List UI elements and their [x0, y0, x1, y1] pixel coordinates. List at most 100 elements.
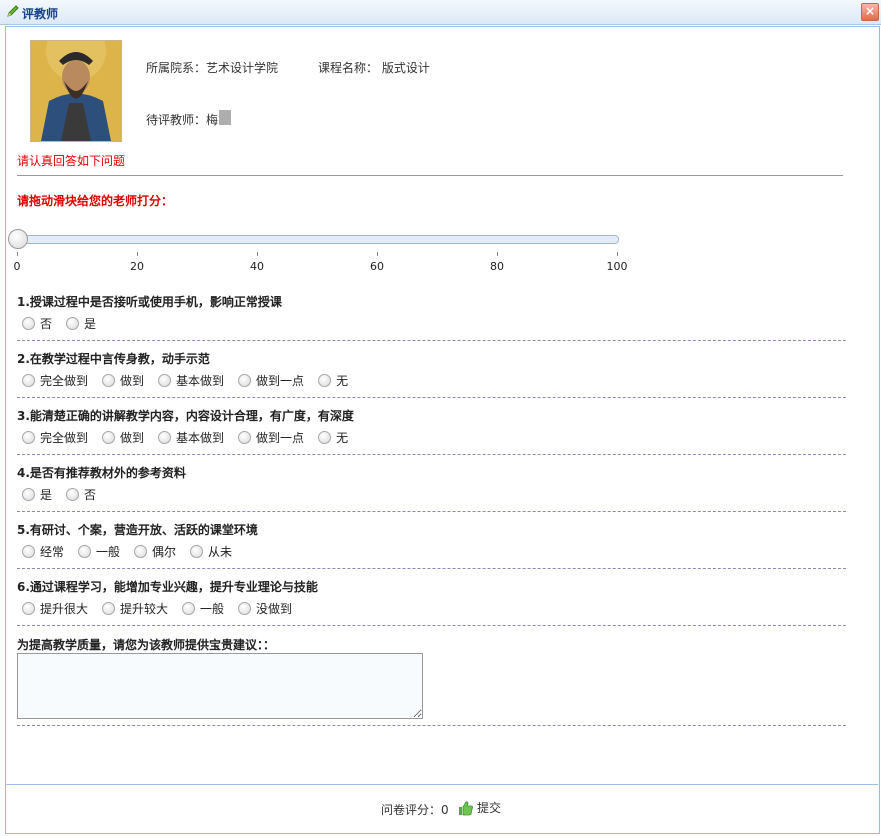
- option-label: 提升较大: [120, 602, 169, 616]
- option-label: 完全做到: [40, 431, 89, 445]
- radio-option[interactable]: 无: [318, 372, 348, 389]
- question-title: 2.在教学过程中言传身教，动手示范: [17, 352, 210, 366]
- slider-tick-label: 20: [130, 260, 144, 273]
- radio-option[interactable]: 否: [22, 315, 52, 332]
- radio-option[interactable]: 偶尔: [134, 543, 176, 560]
- slider-tick-label: 80: [490, 260, 504, 273]
- radio-option[interactable]: 从未: [190, 543, 232, 560]
- option-label: 基本做到: [176, 431, 225, 445]
- suggestion-label: 为提高教学质量，请您为该教师提供宝贵建议：：: [17, 638, 276, 652]
- section-divider: [17, 725, 846, 726]
- option-group: 完全做到 做到 基本做到 做到一点 无: [22, 372, 362, 389]
- teacher-label: 待评教师：梅: [146, 113, 219, 127]
- radio-button[interactable]: [318, 431, 332, 444]
- radio-button[interactable]: [22, 317, 35, 330]
- radio-option[interactable]: 完全做到: [22, 429, 88, 446]
- radio-button[interactable]: [22, 488, 35, 501]
- slider-tick-label: 40: [250, 260, 264, 273]
- score-slider-handle[interactable]: [8, 229, 28, 249]
- submit-label: 提交: [477, 801, 502, 815]
- option-label: 否: [84, 488, 97, 502]
- slider-prompt: 请拖动滑块给您的老师打分：: [17, 194, 174, 208]
- slider-tick: [137, 252, 138, 256]
- option-label: 做到一点: [256, 431, 305, 445]
- question-title: 3.能清楚正确的讲解教学内容，内容设计合理，有广度，有深度: [17, 409, 354, 423]
- radio-button[interactable]: [22, 431, 35, 444]
- option-group: 完全做到 做到 基本做到 做到一点 无: [22, 429, 362, 446]
- radio-button[interactable]: [66, 317, 80, 330]
- radio-button[interactable]: [22, 545, 35, 558]
- radio-button[interactable]: [22, 374, 35, 387]
- option-label: 是: [84, 317, 97, 331]
- radio-button[interactable]: [78, 545, 92, 558]
- suggestion-textarea[interactable]: [17, 653, 423, 719]
- option-group: 是否: [22, 486, 110, 503]
- radio-option[interactable]: 是: [66, 315, 96, 332]
- pencil-icon: [7, 5, 19, 17]
- redacted-name: [219, 110, 231, 125]
- option-label: 是: [40, 488, 53, 502]
- option-group: 提升很大 提升较大 一般 没做到: [22, 600, 306, 617]
- radio-button[interactable]: [66, 488, 80, 501]
- radio-option[interactable]: 否: [66, 486, 96, 503]
- radio-button[interactable]: [158, 374, 172, 387]
- window-title: 评教师: [22, 7, 59, 21]
- option-label: 经常: [40, 545, 65, 559]
- section-divider: [17, 454, 846, 455]
- radio-option[interactable]: 做到一点: [238, 429, 304, 446]
- question-title: 5.有研讨、个案，营造开放、活跃的课堂环境: [17, 523, 258, 537]
- radio-option[interactable]: 一般: [78, 543, 120, 560]
- radio-button[interactable]: [238, 431, 252, 444]
- radio-option[interactable]: 没做到: [238, 600, 292, 617]
- section-divider: [17, 175, 843, 176]
- radio-button[interactable]: [182, 602, 196, 615]
- question-title: 4.是否有推荐教材外的参考资料: [17, 466, 186, 480]
- radio-option[interactable]: 做到一点: [238, 372, 304, 389]
- score-readout: 问卷评分：0: [381, 803, 449, 817]
- option-label: 提升很大: [40, 602, 89, 616]
- submit-button[interactable]: 提交: [458, 799, 501, 816]
- section-divider: [17, 397, 846, 398]
- slider-tick-label: 60: [370, 260, 384, 273]
- option-label: 偶尔: [152, 545, 177, 559]
- radio-option[interactable]: 无: [318, 429, 348, 446]
- option-group: 经常 一般 偶尔 从未: [22, 543, 246, 560]
- radio-button[interactable]: [102, 602, 116, 615]
- radio-button[interactable]: [102, 431, 116, 444]
- radio-button[interactable]: [238, 374, 252, 387]
- radio-option[interactable]: 一般: [182, 600, 224, 617]
- slider-tick-label: 100: [606, 260, 628, 273]
- radio-option[interactable]: 提升较大: [102, 600, 168, 617]
- radio-option[interactable]: 完全做到: [22, 372, 88, 389]
- radio-option[interactable]: 基本做到: [158, 372, 224, 389]
- close-button[interactable]: ×: [861, 3, 879, 21]
- radio-button[interactable]: [22, 602, 35, 615]
- option-label: 做到: [120, 431, 145, 445]
- notice-text: 请认真回答如下问题: [17, 154, 126, 168]
- score-slider-track[interactable]: [17, 235, 619, 244]
- slider-tick: [617, 252, 618, 256]
- option-label: 无: [336, 374, 349, 388]
- radio-option[interactable]: 基本做到: [158, 429, 224, 446]
- radio-option[interactable]: 是: [22, 486, 52, 503]
- option-label: 否: [40, 317, 53, 331]
- radio-option[interactable]: 经常: [22, 543, 64, 560]
- radio-button[interactable]: [102, 374, 116, 387]
- option-label: 从未: [208, 545, 233, 559]
- section-divider: [17, 511, 846, 512]
- radio-button[interactable]: [134, 545, 148, 558]
- section-divider: [17, 625, 846, 626]
- radio-button[interactable]: [158, 431, 172, 444]
- radio-option[interactable]: 提升很大: [22, 600, 88, 617]
- radio-button[interactable]: [238, 602, 252, 615]
- radio-button[interactable]: [318, 374, 332, 387]
- thumbs-up-icon: [459, 800, 473, 815]
- radio-option[interactable]: 做到: [102, 429, 144, 446]
- question-title: 1.授课过程中是否接听或使用手机，影响正常授课: [17, 295, 282, 309]
- radio-button[interactable]: [190, 545, 204, 558]
- teacher-avatar: [30, 40, 122, 142]
- question-title: 6.通过课程学习，能增加专业兴趣，提升专业理论与技能: [17, 580, 318, 594]
- option-label: 无: [336, 431, 349, 445]
- close-icon: ×: [864, 4, 876, 18]
- radio-option[interactable]: 做到: [102, 372, 144, 389]
